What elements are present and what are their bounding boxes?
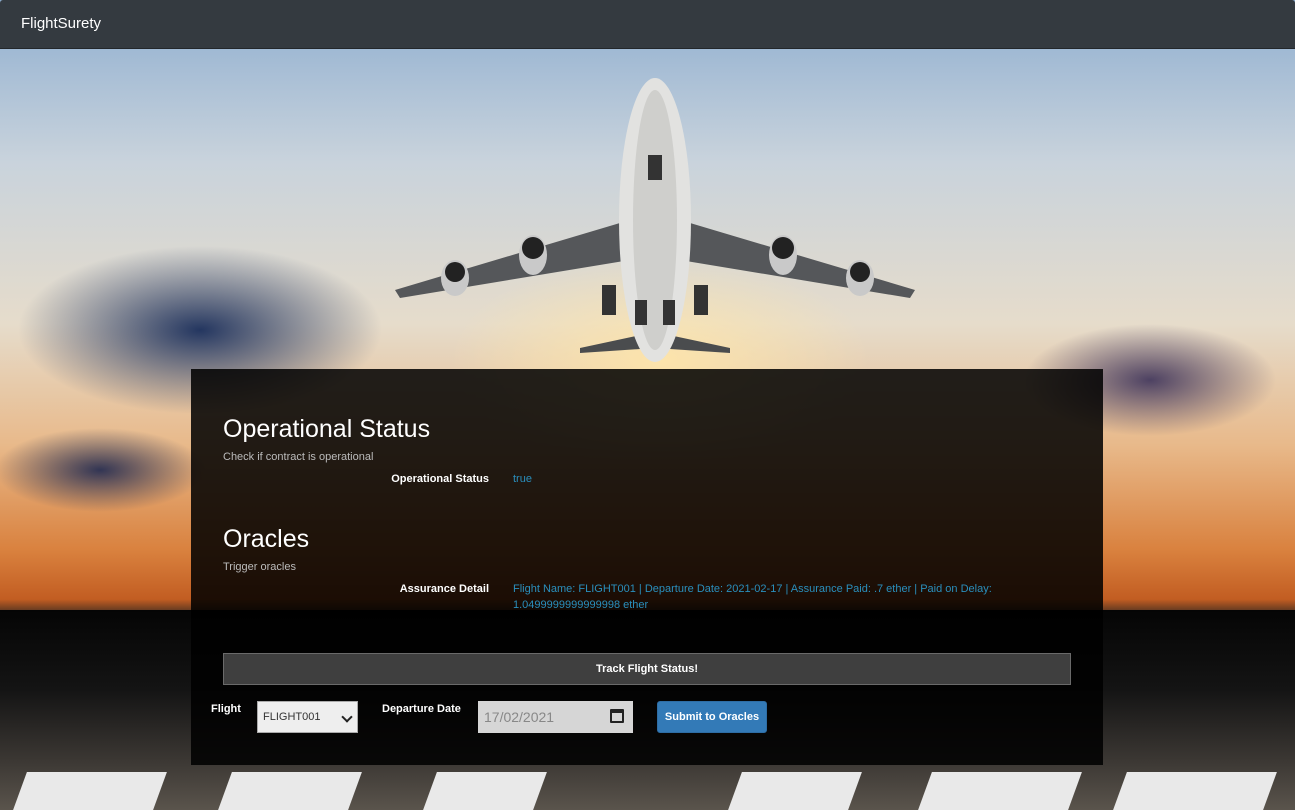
flight-select-value: FLIGHT001 <box>263 711 321 723</box>
chevron-down-icon <box>341 711 353 723</box>
operational-status-label: Operational Status <box>391 473 489 485</box>
runway-stripe <box>728 772 862 810</box>
track-flight-status-button[interactable]: Track Flight Status! <box>223 653 1071 685</box>
brand-link[interactable]: FlightSurety <box>21 15 101 32</box>
oracles-subtitle: Trigger oracles <box>223 561 296 573</box>
airplane-image <box>395 78 915 362</box>
operational-status-subtitle: Check if contract is operational <box>223 451 374 463</box>
runway-stripe <box>13 772 167 810</box>
flight-select[interactable]: FLIGHT001 <box>257 701 358 733</box>
operational-status-title: Operational Status <box>223 415 431 443</box>
main-panel: Operational Status Check if contract is … <box>191 369 1103 765</box>
oracles-title: Oracles <box>223 525 310 553</box>
departure-date-value: 17/02/2021 <box>484 709 555 725</box>
assurance-detail-value: Flight Name: FLIGHT001 | Departure Date:… <box>513 581 1033 613</box>
runway-stripe <box>1113 772 1277 810</box>
departure-date-label: Departure Date <box>382 703 461 715</box>
assurance-detail-line-1: Flight Name: FLIGHT001 | Departure Date:… <box>513 583 992 595</box>
runway-stripe <box>218 772 362 810</box>
submit-to-oracles-button[interactable]: Submit to Oracles <box>657 701 767 733</box>
calendar-icon[interactable] <box>610 709 624 723</box>
departure-date-input[interactable]: 17/02/2021 <box>478 701 633 733</box>
runway-stripe <box>423 772 547 810</box>
assurance-detail-line-2: 1.0499999999999998 ether <box>513 599 649 611</box>
assurance-detail-label: Assurance Detail <box>399 583 489 595</box>
operational-status-value: true <box>513 473 532 485</box>
navbar: FlightSurety <box>0 0 1295 49</box>
runway-stripe <box>918 772 1082 810</box>
flight-label: Flight <box>211 703 241 715</box>
